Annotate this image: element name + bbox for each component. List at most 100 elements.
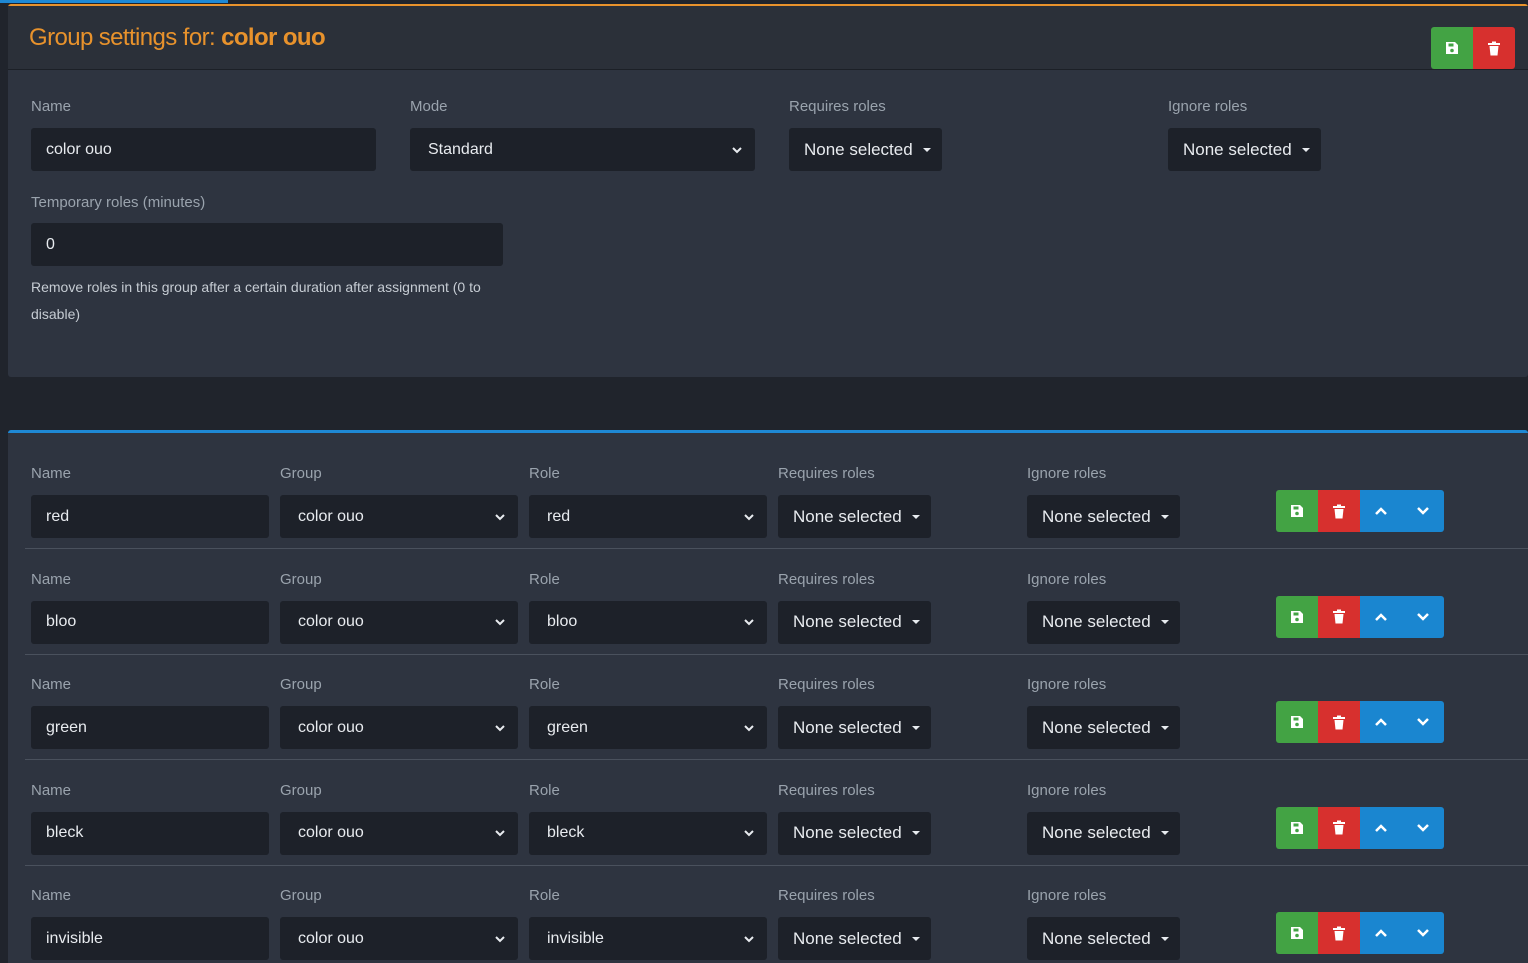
move-down-button[interactable] xyxy=(1402,595,1444,638)
role-name-input[interactable]: red xyxy=(31,495,269,538)
role-name-value: green xyxy=(46,718,87,736)
group-label: Group xyxy=(280,887,322,904)
requires-roles-dropdown[interactable]: None selected xyxy=(789,128,942,171)
requires-roles-label: Requires roles xyxy=(778,887,875,904)
group-select[interactable]: color ouo xyxy=(280,706,518,749)
save-icon xyxy=(1291,505,1303,517)
requires-roles-value: None selected xyxy=(793,928,902,948)
delete-role-button[interactable] xyxy=(1318,912,1360,954)
group-select[interactable]: color ouo xyxy=(280,600,518,644)
move-down-button[interactable] xyxy=(1402,806,1444,849)
group-label: Group xyxy=(280,676,322,693)
role-value: bloo xyxy=(547,613,578,630)
ignore-roles-value: None selected xyxy=(1042,928,1151,948)
move-up-button[interactable] xyxy=(1360,490,1402,532)
group-name-input[interactable]: color ouo xyxy=(31,128,376,171)
ignore-roles-dropdown[interactable]: None selected xyxy=(1027,917,1180,960)
save-role-button[interactable] xyxy=(1276,701,1318,743)
group-settings-panel: Group settings for: color ouo Name color… xyxy=(8,4,1528,377)
move-down-button[interactable] xyxy=(1402,912,1444,954)
role-actions xyxy=(1276,595,1444,638)
chevron-up-icon xyxy=(1375,718,1387,726)
caret-icon xyxy=(1160,620,1169,624)
role-name-input[interactable]: invisible xyxy=(31,917,269,960)
group-settings-header: Group settings for: color ouo xyxy=(8,6,1528,70)
group-select[interactable]: color ouo xyxy=(280,495,518,538)
requires-roles-dropdown[interactable]: None selected xyxy=(778,600,931,644)
group-value: color ouo xyxy=(298,824,364,841)
group-select[interactable]: color ouo xyxy=(280,917,518,960)
trash-icon xyxy=(1488,41,1500,55)
chevron-up-icon xyxy=(1375,507,1387,515)
ignore-roles-dropdown[interactable]: None selected xyxy=(1027,600,1180,644)
role-row: Name green Group color ouo Role green Re… xyxy=(8,654,1528,760)
move-up-button[interactable] xyxy=(1360,806,1402,849)
ignore-roles-dropdown[interactable]: None selected xyxy=(1027,706,1180,749)
save-role-button[interactable] xyxy=(1276,595,1318,638)
chevron-down-icon xyxy=(1417,612,1429,621)
mode-label: Mode xyxy=(410,98,448,115)
role-actions xyxy=(1276,806,1444,849)
save-role-button[interactable] xyxy=(1276,912,1318,954)
temporary-roles-input[interactable]: 0 xyxy=(31,223,503,266)
role-name-input[interactable]: bloo xyxy=(31,600,269,644)
ignore-roles-label: Ignore roles xyxy=(1027,676,1107,693)
delete-group-button[interactable] xyxy=(1473,27,1515,69)
group-label: Group xyxy=(280,781,322,799)
move-up-button[interactable] xyxy=(1360,701,1402,743)
role-name-value: bleck xyxy=(46,824,84,841)
title-group-name: color ouo xyxy=(221,24,326,51)
role-select[interactable]: red xyxy=(529,495,767,538)
caret-icon xyxy=(911,936,920,941)
role-name-label: Name xyxy=(31,465,72,482)
requires-roles-value: None selected xyxy=(793,612,902,631)
role-select[interactable]: invisible xyxy=(529,917,767,960)
group-name-value: color ouo xyxy=(46,140,112,158)
ignore-roles-value: None selected xyxy=(1183,139,1292,159)
mode-select[interactable]: Standard xyxy=(410,128,755,171)
save-group-button[interactable] xyxy=(1431,27,1473,69)
requires-roles-dropdown[interactable]: None selected xyxy=(778,706,931,749)
move-down-button[interactable] xyxy=(1402,490,1444,532)
delete-role-button[interactable] xyxy=(1318,595,1360,638)
role-name-input[interactable]: green xyxy=(31,706,269,749)
save-role-button[interactable] xyxy=(1276,806,1318,849)
requires-roles-value: None selected xyxy=(793,823,902,842)
chevron-down-icon xyxy=(495,935,505,942)
chevron-down-icon xyxy=(495,619,505,626)
requires-roles-dropdown[interactable]: None selected xyxy=(778,495,931,538)
role-actions xyxy=(1276,490,1444,532)
move-up-button[interactable] xyxy=(1360,912,1402,954)
save-role-button[interactable] xyxy=(1276,490,1318,532)
caret-icon xyxy=(911,725,920,730)
role-select[interactable]: bleck xyxy=(529,811,767,855)
role-value: red xyxy=(547,507,571,525)
ignore-roles-dropdown[interactable]: None selected xyxy=(1027,495,1180,538)
chevron-down-icon xyxy=(732,146,742,153)
delete-role-button[interactable] xyxy=(1318,490,1360,532)
caret-icon xyxy=(911,831,920,835)
top-accent-line xyxy=(0,0,228,3)
ignore-roles-dropdown[interactable]: None selected xyxy=(1168,128,1321,171)
role-select[interactable]: bloo xyxy=(529,600,767,644)
trash-icon xyxy=(1333,504,1345,518)
chevron-up-icon xyxy=(1375,929,1387,937)
roles-panel: Name red Group color ouo Role red Requir… xyxy=(8,430,1528,963)
chevron-up-icon xyxy=(1375,823,1387,832)
save-icon xyxy=(1446,42,1458,54)
move-up-button[interactable] xyxy=(1360,595,1402,638)
requires-roles-dropdown[interactable]: None selected xyxy=(778,917,931,960)
role-label: Role xyxy=(529,887,560,904)
requires-roles-label: Requires roles xyxy=(778,570,875,588)
role-select[interactable]: green xyxy=(529,706,767,749)
delete-role-button[interactable] xyxy=(1318,806,1360,849)
role-name-input[interactable]: bleck xyxy=(31,811,269,855)
group-select[interactable]: color ouo xyxy=(280,811,518,855)
requires-roles-dropdown[interactable]: None selected xyxy=(778,811,931,855)
ignore-roles-label: Ignore roles xyxy=(1168,98,1248,115)
save-icon xyxy=(1291,610,1303,623)
move-down-button[interactable] xyxy=(1402,701,1444,743)
delete-role-button[interactable] xyxy=(1318,701,1360,743)
trash-icon xyxy=(1333,820,1345,835)
ignore-roles-dropdown[interactable]: None selected xyxy=(1027,811,1180,855)
